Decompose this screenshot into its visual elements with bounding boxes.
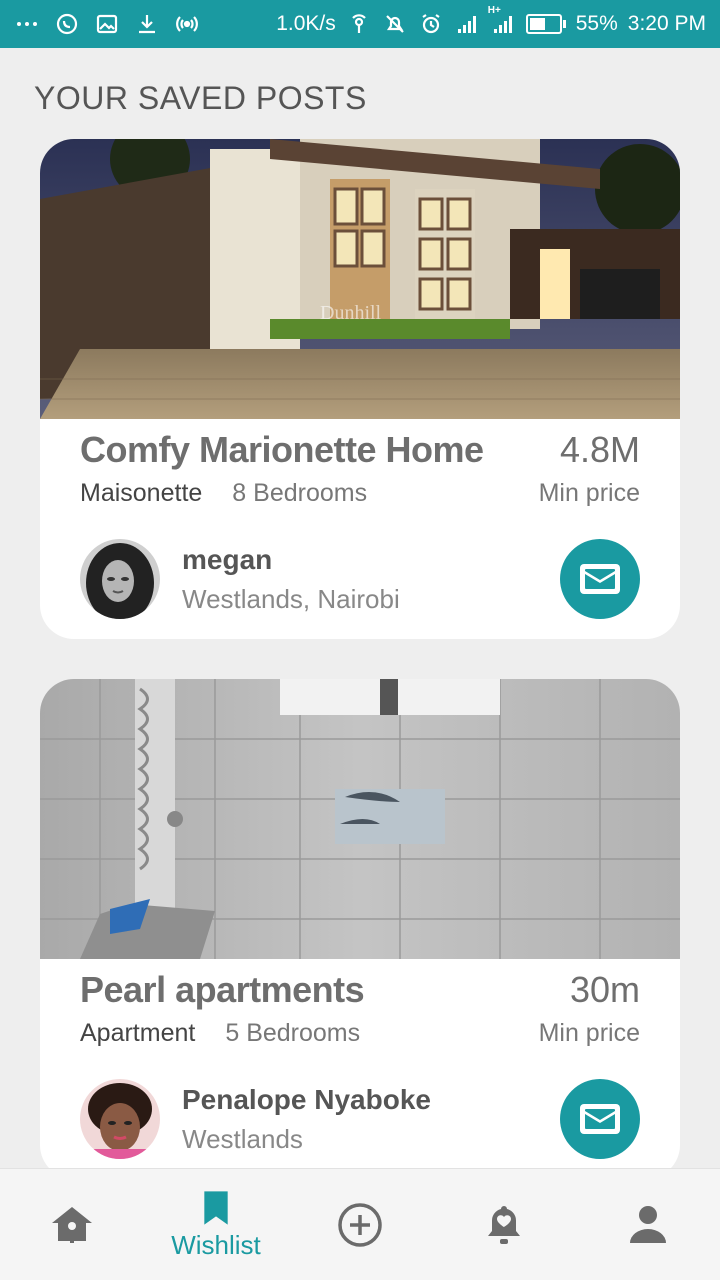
network-speed: 1.0K/s	[276, 12, 336, 35]
mail-icon	[580, 564, 620, 594]
message-button[interactable]	[560, 539, 640, 619]
nav-wishlist[interactable]: Wishlist	[144, 1169, 288, 1280]
network-type-label: H+	[487, 5, 501, 16]
nav-wishlist-label: Wishlist	[171, 1230, 261, 1260]
more-dots-icon	[14, 11, 40, 37]
poster-avatar[interactable]	[80, 1079, 160, 1159]
wishlist-icon	[204, 1191, 228, 1225]
poster-name: Penalope Nyaboke	[182, 1083, 431, 1115]
saved-post-card[interactable]: Pearl apartments 30m Apartment 5 Bedroom…	[40, 679, 680, 1179]
property-type: Maisonette	[80, 479, 203, 507]
post-price: 30m	[569, 969, 640, 1010]
signal-icon	[454, 11, 480, 37]
poster-location: Westlands, Nairobi	[182, 583, 400, 614]
post-photo[interactable]: Dunhill	[40, 139, 680, 419]
profile-icon	[630, 1205, 666, 1243]
bottom-navigation: Wishlist	[0, 1168, 720, 1280]
price-caption: Min price	[538, 479, 640, 507]
hotspot-icon	[174, 11, 200, 37]
post-title[interactable]: Comfy Marionette Home	[80, 429, 484, 471]
poster-avatar[interactable]	[80, 539, 160, 619]
notifications-icon	[488, 1205, 520, 1244]
battery-icon	[525, 14, 566, 34]
notification-mute-icon	[382, 11, 408, 37]
post-title[interactable]: Pearl apartments	[80, 969, 365, 1011]
nav-profile[interactable]	[576, 1169, 720, 1280]
add-icon	[338, 1202, 382, 1247]
bedroom-count: 8 Bedrooms	[232, 479, 368, 507]
bedroom-count: 5 Bedrooms	[225, 1019, 361, 1047]
nav-notifications[interactable]	[432, 1169, 576, 1280]
signal-h-plus-icon: H+	[488, 5, 516, 37]
post-photo[interactable]	[40, 679, 680, 959]
nav-home[interactable]	[0, 1169, 144, 1280]
image-icon	[94, 11, 120, 37]
clock: 3:20 PM	[627, 12, 706, 35]
whatsapp-icon	[54, 11, 80, 37]
price-caption: Min price	[538, 1019, 640, 1047]
property-type: Apartment	[80, 1019, 196, 1047]
nav-add[interactable]	[288, 1169, 432, 1280]
mail-icon	[580, 1104, 620, 1134]
saved-post-card[interactable]: Dunhill Comfy Marionette Home 4.8M Maiso…	[40, 139, 680, 639]
wifi-icon	[346, 11, 372, 37]
poster-location: Westlands	[182, 1123, 303, 1154]
status-bar: 1.0K/s H+ 55% 3:20 PM	[0, 0, 720, 48]
post-price: 4.8M	[559, 429, 640, 470]
battery-percent: 55%	[575, 12, 618, 35]
photo-watermark: Dunhill	[320, 302, 382, 324]
message-button[interactable]	[560, 1079, 640, 1159]
download-icon	[134, 11, 160, 37]
alarm-icon	[418, 11, 444, 37]
home-icon	[52, 1206, 92, 1243]
page-title: YOUR SAVED POSTS	[34, 80, 367, 116]
poster-name: megan	[182, 543, 273, 575]
